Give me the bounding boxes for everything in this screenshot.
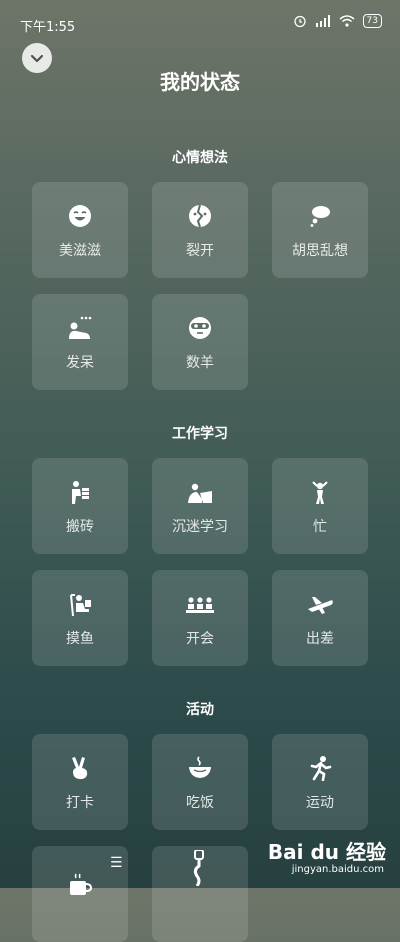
carry-bricks-icon [66,478,94,506]
chevron-down-icon [30,49,44,68]
smile-icon [66,202,94,230]
slack-off-icon [66,590,94,618]
figure-icon [186,850,214,886]
section-title-activity: 活动 [186,702,214,718]
status-tile[interactable]: 打卡 [32,734,128,830]
battery-indicator: 73 [362,14,382,28]
wifi-icon [339,15,355,27]
tile-label: 打卡 [66,795,94,811]
watermark-url: jingyan.baidu.com [291,864,384,875]
status-tile[interactable]: 吃饭 [152,734,248,830]
status-tile[interactable]: 胡思乱想 [272,182,368,278]
section-title-work: 工作学习 [172,426,228,442]
status-tile[interactable]: 裂开 [152,182,248,278]
page-title: 我的状态 [160,70,240,94]
sleep-mask-icon [186,314,214,342]
status-tile[interactable]: 数羊 [152,294,248,390]
running-icon [306,754,334,782]
hd-signal-icon [315,15,331,27]
status-tile[interactable]: 开会 [152,570,248,666]
coffee-icon [66,870,94,898]
tile-label: 吃饭 [186,795,214,811]
system-icons: 73 [293,14,382,28]
status-tile[interactable]: 美滋滋 [32,182,128,278]
status-tile[interactable]: 发呆 [32,294,128,390]
status-tile[interactable]: 摸鱼 [32,570,128,666]
cracked-face-icon [186,202,214,230]
status-tile[interactable] [152,846,248,942]
tile-label: 忙 [313,519,327,535]
status-tile[interactable]: 忙 [272,458,368,554]
status-time: 下午1:55 [20,20,76,35]
thought-cloud-icon [306,202,334,230]
airplane-icon [306,590,334,618]
status-tile[interactable]: 出差 [272,570,368,666]
tile-label: 出差 [306,631,334,647]
tile-label: 数羊 [186,355,214,371]
status-tile[interactable]: 搬砖 [32,458,128,554]
tile-label: 裂开 [186,243,214,259]
tile-label: 沉迷学习 [172,519,228,535]
status-tile[interactable]: 沉迷学习 [152,458,248,554]
daze-icon [66,314,94,342]
alarm-icon [293,14,307,28]
tile-label: 搬砖 [66,519,94,535]
tile-label: 发呆 [66,355,94,371]
watermark-brand: Bai du 经验 [267,840,386,864]
peace-hand-icon [66,754,94,782]
study-icon [186,478,214,506]
baidu-watermark: Bai du 经验 jingyan.baidu.com [256,836,386,880]
tile-label: 美滋滋 [59,243,101,259]
status-bar: 下午1:55 73 [0,0,400,46]
meeting-icon [186,590,214,618]
tile-label: 摸鱼 [66,631,94,647]
tile-label: 胡思乱想 [292,243,348,259]
menu-icon: ☰ [110,855,123,871]
status-tile[interactable]: 运动 [272,734,368,830]
bowl-icon [186,754,214,782]
tile-label: 开会 [186,631,214,647]
busy-icon [306,478,334,506]
tile-label: 运动 [306,795,334,811]
section-title-mood: 心情想法 [172,150,228,166]
